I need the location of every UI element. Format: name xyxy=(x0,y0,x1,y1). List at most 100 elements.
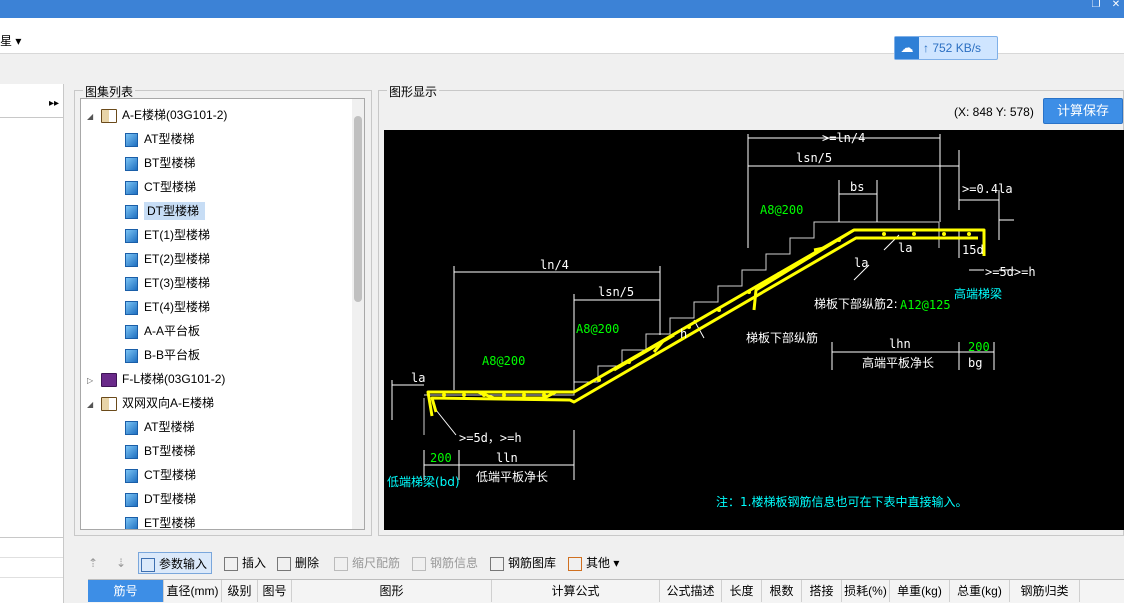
drawing-page-icon xyxy=(125,228,138,243)
closed-book-icon xyxy=(101,372,117,387)
collapse-icon[interactable]: ◢ xyxy=(87,395,101,415)
tree-node-stair-type[interactable]: AT型楼梯 xyxy=(125,129,194,149)
expand-panel-icon[interactable]: ▸▸ xyxy=(49,98,59,109)
column-header[interactable]: 损耗(%) xyxy=(842,580,890,602)
left-panel: ▸▸ xyxy=(0,84,64,603)
tree-node-label: ET型楼梯 xyxy=(144,516,196,530)
tree-node-stair-type[interactable]: ET型楼梯 xyxy=(125,513,196,530)
column-header[interactable]: 公式描述 xyxy=(660,580,722,602)
move-down-icon[interactable]: ⇣ xyxy=(116,552,126,574)
column-header[interactable]: 长度 xyxy=(722,580,762,602)
column-header[interactable]: 单重(kg) xyxy=(890,580,950,602)
label-lln: lln xyxy=(496,451,518,465)
label-la-right: la xyxy=(898,241,912,255)
close-icon[interactable]: ✕ xyxy=(1108,0,1124,12)
rebar-table-header: 筋号 直径(mm) 级别 图号 图形 计算公式 公式描述 长度 根数 搭接 损耗(%) 单重(kg) 总… xyxy=(88,579,1124,603)
tree-node-stair-type[interactable]: A-A平台板 xyxy=(125,321,200,341)
drawing-note: 注：1.楼梯板钢筋信息也可在下表中直接输入。 xyxy=(716,494,967,509)
column-header[interactable]: 图号 xyxy=(258,580,292,602)
drawing-page-icon xyxy=(125,468,138,483)
restore-icon[interactable]: ❐ xyxy=(1088,0,1104,12)
rebar-info-button[interactable]: 钢筋信息 xyxy=(412,552,478,574)
label-ge5d-h-right: >=5d>=h xyxy=(985,265,1036,279)
stair-drawing-canvas[interactable]: >=ln/4 lsn/5 bs >=0.4la A8@200 15d la la… xyxy=(384,130,1124,530)
tree-node-stair-type[interactable]: CT型楼梯 xyxy=(125,465,196,485)
tree-node-stair-type[interactable]: B-B平台板 xyxy=(125,345,200,365)
column-header[interactable]: 计算公式 xyxy=(492,580,660,602)
tree-node-stair-type[interactable]: DT型楼梯 xyxy=(125,201,205,221)
atlas-tree[interactable]: ◢ A-E楼梯(03G101-2) AT型楼梯 BT型楼梯 CT型楼梯 DT型楼梯 ET(1… xyxy=(80,98,365,530)
tree-node-label: DT型楼梯 xyxy=(144,202,205,220)
tree-node-atlas[interactable]: ▷ F-L楼梯(03G101-2) xyxy=(87,369,225,389)
tree-node-label: 双网双向A-E楼梯 xyxy=(122,396,215,410)
column-header[interactable]: 搭接 xyxy=(802,580,842,602)
drawing-page-icon xyxy=(125,252,138,267)
rebar-library-button[interactable]: 钢筋图库 xyxy=(490,552,556,574)
drawing-page-icon xyxy=(125,492,138,507)
tree-node-stair-type[interactable]: BT型楼梯 xyxy=(125,441,195,461)
label-200-left: 200 xyxy=(430,451,452,465)
tree-node-stair-type[interactable]: CT型楼梯 xyxy=(125,177,196,197)
menu-item-fragment[interactable]: 星 ▾ xyxy=(0,32,21,49)
label-low-platform-length: 低端平板净长 xyxy=(476,470,548,484)
column-header[interactable]: 筋号 xyxy=(88,580,164,602)
tree-node-stair-type[interactable]: ET(2)型楼梯 xyxy=(125,249,210,269)
tree-node-label: BT型楼梯 xyxy=(144,156,196,170)
column-header[interactable]: 钢筋归类 xyxy=(1010,580,1080,602)
label-200-right: 200 xyxy=(968,340,990,354)
other-dropdown[interactable]: 其他 ▾ xyxy=(568,552,619,574)
label-a12-125: A12@125 xyxy=(900,298,951,312)
label-lsn5-top: lsn/5 xyxy=(796,151,832,165)
tree-node-stair-type[interactable]: ET(3)型楼梯 xyxy=(125,273,210,293)
tree-node-stair-type[interactable]: AT型楼梯 xyxy=(125,417,194,437)
label-la-right2: la xyxy=(854,256,868,270)
cursor-coordinates: (X: 848 Y: 578) xyxy=(954,105,1034,119)
left-panel-row xyxy=(0,558,63,578)
tree-node-label: ET(3)型楼梯 xyxy=(144,276,211,290)
calculate-save-button[interactable]: 计算保存 xyxy=(1043,98,1123,124)
tree-node-stair-type[interactable]: ET(1)型楼梯 xyxy=(125,225,210,245)
insert-button[interactable]: 插入 xyxy=(224,552,266,574)
figure-display-title: 图形显示 xyxy=(387,83,440,100)
collapse-icon[interactable]: ◢ xyxy=(87,107,101,127)
label-lsn5-mid: lsn/5 xyxy=(598,285,634,299)
column-header[interactable]: 总重(kg) xyxy=(950,580,1010,602)
tree-node-label: CT型楼梯 xyxy=(144,180,196,194)
drawing-page-icon xyxy=(125,324,138,339)
scale-rebar-button[interactable]: 缩尺配筋 xyxy=(334,552,400,574)
param-input-button[interactable]: 参数输入 xyxy=(138,552,213,574)
label-high-end-beam: 高端梯梁 xyxy=(954,286,1002,301)
tree-node-label: CT型楼梯 xyxy=(144,468,196,482)
column-header[interactable]: 直径(mm) xyxy=(164,580,222,602)
tree-node-label: AT型楼梯 xyxy=(144,420,195,434)
column-header[interactable]: 级别 xyxy=(222,580,258,602)
tree-node-stair-type[interactable]: BT型楼梯 xyxy=(125,153,195,173)
tree-node-label: A-E楼梯(03G101-2) xyxy=(122,108,228,122)
rebar-info-icon xyxy=(412,556,426,571)
column-header[interactable]: 根数 xyxy=(762,580,802,602)
label-high-platform-length: 高端平板净长 xyxy=(862,355,934,370)
drawing-page-icon xyxy=(125,180,138,195)
tree-node-stair-type[interactable]: ET(4)型楼梯 xyxy=(125,297,210,317)
network-speed-badge[interactable]: ☁ ↑ 752 KB/s xyxy=(894,36,998,60)
tree-node-stair-type[interactable]: DT型楼梯 xyxy=(125,489,196,509)
left-panel-row xyxy=(0,538,63,558)
tree-node-atlas[interactable]: ◢ 双网双向A-E楼梯 xyxy=(87,393,214,413)
delete-button[interactable]: 删除 xyxy=(277,552,319,574)
drawing-page-icon xyxy=(125,204,138,219)
upload-speed: ↑ 752 KB/s xyxy=(923,41,982,55)
tree-node-atlas[interactable]: ◢ A-E楼梯(03G101-2) xyxy=(87,105,227,125)
column-header[interactable]: 图形 xyxy=(292,580,492,602)
expand-icon[interactable]: ▷ xyxy=(87,371,101,391)
tree-node-label: B-B平台板 xyxy=(144,348,201,362)
drawing-labels: >=ln/4 lsn/5 bs >=0.4la A8@200 15d la la… xyxy=(387,131,1036,509)
title-bar: ❐ ✕ xyxy=(0,0,1124,18)
open-book-icon xyxy=(101,108,117,123)
tree-node-label: DT型楼梯 xyxy=(144,492,196,506)
left-panel-header: ▸▸ xyxy=(0,84,63,118)
insert-icon xyxy=(224,556,238,571)
tree-scrollbar[interactable] xyxy=(352,99,364,529)
drawing-page-icon xyxy=(125,516,138,529)
tree-scrollbar-thumb[interactable] xyxy=(354,116,362,302)
move-up-icon[interactable]: ⇡ xyxy=(88,552,98,574)
